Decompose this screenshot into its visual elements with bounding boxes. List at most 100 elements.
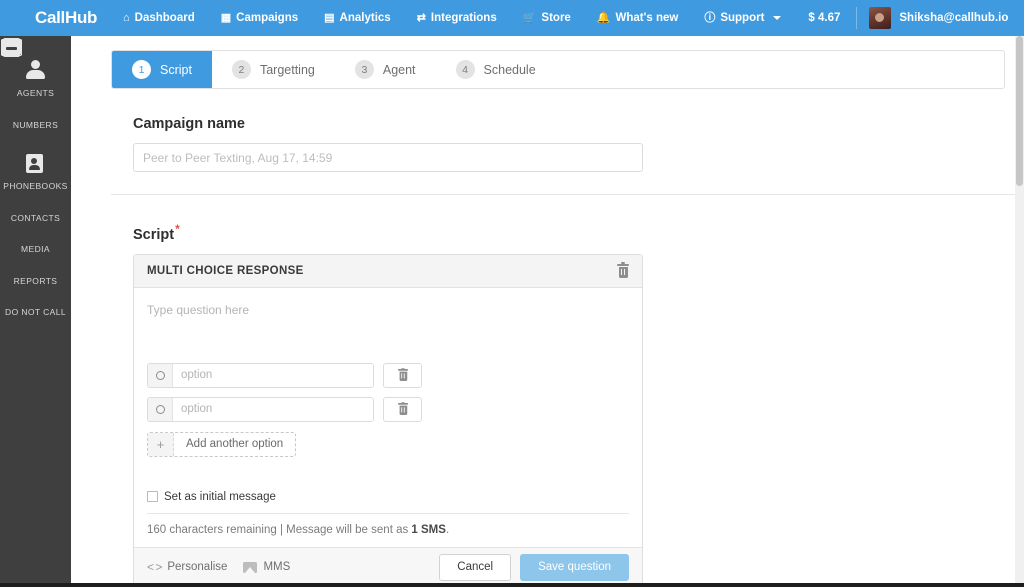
window-bottom-edge — [0, 583, 1024, 587]
user-menu[interactable]: Shiksha@callhub.io — [859, 0, 1016, 36]
nav-divider — [856, 7, 858, 29]
sidebar-item-numbers[interactable]: NUMBERS — [0, 39, 71, 142]
sidebar-item-label: REPORTS — [13, 275, 58, 286]
add-option-label: Add another option — [186, 438, 284, 451]
tab-schedule[interactable]: 4 Schedule — [436, 51, 556, 88]
brand-logo-area[interactable]: CallHub — [0, 8, 110, 28]
plus-icon: + — [148, 432, 174, 456]
section-divider — [111, 194, 1024, 195]
step-number: 1 — [132, 60, 151, 79]
nav-item-campaigns[interactable]: ▦ Campaigns — [208, 0, 311, 36]
top-nav-right-group: 🔔 What's new ⓘ Support $ 4.67 Shiksha@ca… — [584, 0, 1024, 36]
nav-item-label: Campaigns — [236, 12, 299, 24]
person-icon — [24, 59, 47, 82]
image-icon — [243, 561, 258, 573]
trash-icon[interactable] — [617, 262, 629, 278]
set-initial-message-checkbox[interactable] — [147, 491, 158, 503]
option-field — [147, 396, 374, 422]
nav-item-support[interactable]: ⓘ Support — [691, 0, 794, 36]
cancel-button[interactable]: Cancel — [439, 553, 512, 581]
question-input[interactable] — [147, 300, 629, 319]
mms-button[interactable]: MMS — [243, 561, 290, 573]
radio-circle-icon[interactable] — [148, 363, 173, 387]
option-field — [147, 362, 374, 388]
tab-label: Agent — [382, 62, 416, 77]
add-another-option-button[interactable]: + Add another option — [147, 431, 297, 457]
sidebar-item-reports[interactable]: REPORTS — [0, 38, 71, 298]
sms-count: 1 SMS — [411, 523, 446, 536]
radio-circle-icon[interactable] — [148, 397, 173, 421]
set-initial-message-label: Set as initial message — [164, 490, 276, 503]
mms-label: MMS — [263, 561, 291, 574]
sidebar-item-do-not-call[interactable]: DO NOT CALL — [0, 38, 71, 329]
nav-item-label: Integrations — [430, 12, 497, 24]
delete-option-button[interactable] — [383, 396, 422, 422]
set-initial-message-row[interactable]: Set as initial message — [147, 491, 629, 503]
tab-script[interactable]: 1 Script — [112, 51, 212, 88]
sidebar-item-label: CONTACTS — [10, 212, 61, 223]
tab-targetting[interactable]: 2 Targetting — [212, 51, 335, 88]
tab-agent[interactable]: 3 Agent — [335, 51, 436, 88]
option-row — [147, 396, 629, 422]
required-marker: * — [175, 222, 180, 236]
sidebar-item-label: AGENTS — [16, 88, 55, 98]
nav-item-whats-new[interactable]: 🔔 What's new — [584, 0, 692, 36]
campaign-name-input[interactable] — [133, 143, 643, 172]
card-body: + Add another option Set as initial mess… — [134, 288, 642, 547]
block-circle-icon — [2, 38, 21, 57]
sidebar-item-label: MEDIA — [21, 244, 50, 254]
character-counter: 160 characters remaining | Message will … — [147, 514, 629, 547]
question-circle-icon: ⓘ — [704, 11, 716, 24]
tab-label: Targetting — [259, 62, 315, 77]
shuffle-icon: ⇄ — [416, 11, 426, 24]
question-spacer — [147, 319, 629, 363]
chevron-down-icon — [773, 16, 782, 20]
sidebar-item-contacts[interactable]: CONTACTS — [0, 39, 71, 235]
script-heading-label: Script — [133, 226, 175, 243]
card-title: MULTI CHOICE RESPONSE — [147, 264, 304, 277]
delete-option-button[interactable] — [383, 362, 422, 388]
campaign-name-heading: Campaign name — [133, 116, 245, 132]
tab-label: Schedule — [483, 62, 536, 77]
bar-chart-icon: ▤ — [324, 11, 335, 24]
sidebar-item-agents[interactable]: AGENTS — [0, 48, 71, 110]
step-number: 4 — [455, 60, 475, 79]
nav-item-store[interactable]: 🛒 Store — [510, 0, 584, 36]
option-input[interactable] — [173, 397, 373, 421]
sidebar-item-phonebooks[interactable]: PHONEBOOKS — [0, 141, 71, 203]
speech-bubble-grid-icon — [14, 10, 31, 27]
sidebar-item-media[interactable]: MEDIA — [0, 40, 71, 266]
nav-item-analytics[interactable]: ▤ Analytics — [311, 0, 404, 36]
character-counter-prefix: 160 characters remaining | Message will … — [147, 523, 412, 536]
nav-item-label: Support — [720, 12, 765, 24]
main-content: 1 Script 2 Targetting 3 Agent 4 Schedule… — [71, 36, 1024, 587]
nav-item-label: Dashboard — [134, 12, 195, 24]
nav-item-dashboard[interactable]: ⌂ Dashboard — [110, 0, 208, 36]
card-footer-actions: Cancel Save question — [439, 553, 629, 581]
bell-icon: 🔔 — [596, 11, 611, 24]
script-heading: Script* — [133, 222, 1004, 243]
account-balance[interactable]: $ 4.67 — [794, 12, 854, 24]
page-scrollbar[interactable] — [1015, 36, 1024, 587]
brand-name: CallHub — [35, 8, 98, 27]
personalise-button[interactable]: < > Personalise — [147, 560, 227, 574]
step-number: 2 — [231, 60, 251, 79]
scrollbar-thumb[interactable] — [1016, 36, 1023, 186]
option-input[interactable] — [173, 363, 373, 387]
nav-item-label: Store — [541, 12, 571, 24]
sidebar-item-label: DO NOT CALL — [5, 307, 66, 317]
trash-icon — [397, 402, 408, 416]
code-brackets-icon: < > — [147, 560, 162, 575]
top-navigation-bar: CallHub ⌂ Dashboard ▦ Campaigns ▤ Analyt… — [0, 0, 1024, 36]
character-counter-suffix: . — [445, 523, 450, 536]
save-question-button[interactable]: Save question — [520, 553, 629, 581]
left-sidebar: AGENTS NUMBERS PHONEBOOKS CONTACTS MEDIA — [0, 36, 71, 587]
nav-item-label: What's new — [615, 12, 679, 24]
sidebar-item-label: PHONEBOOKS — [3, 181, 68, 191]
user-menu-toggle[interactable] — [1016, 9, 1024, 27]
tab-label: Script — [160, 62, 192, 77]
top-nav-items: ⌂ Dashboard ▦ Campaigns ▤ Analytics ⇄ In… — [110, 0, 584, 36]
script-question-card: MULTI CHOICE RESPONSE Type question here… — [133, 253, 643, 587]
user-email-label: Shiksha@callhub.io — [899, 12, 1009, 24]
nav-item-integrations[interactable]: ⇄ Integrations — [404, 0, 510, 36]
